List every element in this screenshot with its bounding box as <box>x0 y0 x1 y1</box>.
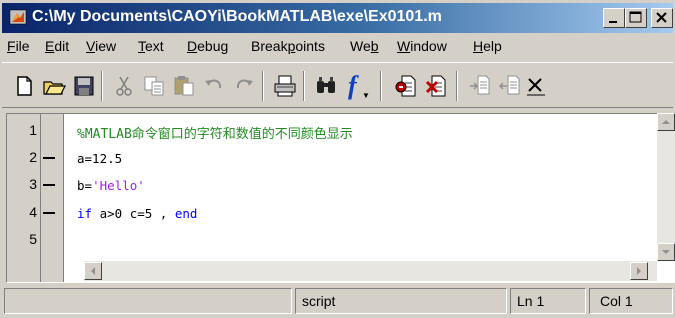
menu-breakpoints[interactable]: Breakpoints <box>251 38 325 54</box>
scroll-down-icon <box>662 250 670 254</box>
matlab-app-icon <box>9 9 27 25</box>
toolbar-separator <box>303 71 305 101</box>
menu-debug[interactable]: Debug <box>187 38 228 54</box>
toolbar-separator <box>380 71 382 101</box>
line-number: 1 <box>29 122 37 138</box>
undo-icon[interactable] <box>202 74 226 98</box>
status-mode: script <box>295 288 507 314</box>
code-editor[interactable]: 1 2 3 4 5 %MATLAB命令窗口的字符和数值的不同颜色显示 a=12.… <box>6 113 675 283</box>
open-file-icon[interactable] <box>42 74 66 98</box>
window-title: C:\My Documents\CAOYi\BookMATLAB\exe\Ex0… <box>32 8 442 25</box>
set-breakpoint-icon[interactable] <box>394 74 418 98</box>
save-icon[interactable] <box>72 74 96 98</box>
minimize-icon <box>609 21 617 23</box>
status-message-panel <box>4 288 292 314</box>
close-partial-icon[interactable] <box>526 76 546 96</box>
toolbar-separator <box>456 71 458 101</box>
executable-line-dash[interactable] <box>43 184 55 186</box>
status-col: Col 1 <box>589 288 673 314</box>
toolbar-separator <box>262 71 264 101</box>
editor-window: C:\My Documents\CAOYi\BookMATLAB\exe\Ex0… <box>0 0 675 318</box>
close-button[interactable] <box>651 8 673 28</box>
find-icon[interactable] <box>314 74 338 98</box>
scroll-left-icon <box>91 267 95 275</box>
function-glyph: f <box>348 71 357 100</box>
line-number: 5 <box>29 231 37 247</box>
cut-icon[interactable] <box>112 74 136 98</box>
maximize-icon <box>629 11 642 23</box>
print-icon[interactable] <box>273 74 297 98</box>
menu-file[interactable]: File <box>7 38 30 54</box>
title-bar[interactable]: C:\My Documents\CAOYi\BookMATLAB\exe\Ex0… <box>2 3 673 33</box>
line-number: 3 <box>29 176 37 192</box>
toolbar: f ▼ <box>2 62 673 108</box>
menu-view[interactable]: View <box>86 38 116 54</box>
dropdown-arrow-icon: ▼ <box>362 91 370 100</box>
scroll-up-button[interactable] <box>657 113 675 131</box>
status-line: Ln 1 <box>510 288 586 314</box>
minimize-button[interactable] <box>603 8 625 28</box>
menu-text[interactable]: Text <box>138 38 164 54</box>
status-bar: script Ln 1 Col 1 <box>0 284 675 318</box>
code-line-1[interactable]: %MATLAB命令窗口的字符和数值的不同颜色显示 <box>77 123 353 142</box>
maximize-button[interactable] <box>625 8 647 28</box>
paste-icon[interactable] <box>172 74 196 98</box>
redo-icon[interactable] <box>232 74 256 98</box>
code-line-4[interactable]: if a>0 c=5 , end <box>77 206 197 221</box>
gutter-divider <box>40 114 41 282</box>
code-token: b= <box>77 178 93 193</box>
clear-breakpoint-icon[interactable] <box>424 74 448 98</box>
scroll-left-button[interactable] <box>84 262 102 280</box>
step-in-icon[interactable] <box>468 74 492 98</box>
close-icon <box>656 12 667 23</box>
menu-edit[interactable]: Edit <box>45 38 69 54</box>
step-out-icon[interactable] <box>498 74 522 98</box>
code-token: a>0 c=5 , <box>92 206 168 221</box>
string-literal: 'Hello' <box>92 178 145 193</box>
code-line-3[interactable]: b='Hello' <box>77 178 145 193</box>
menu-window[interactable]: Window <box>397 38 447 54</box>
scroll-right-icon <box>637 267 641 275</box>
code-line-2[interactable]: a=12.5 <box>77 151 122 166</box>
executable-line-dash[interactable] <box>43 212 55 214</box>
scroll-up-icon <box>662 120 670 124</box>
scroll-right-button[interactable] <box>630 262 648 280</box>
copy-icon[interactable] <box>142 74 166 98</box>
new-file-icon[interactable] <box>12 74 36 98</box>
vertical-scrollbar[interactable] <box>657 113 675 261</box>
menu-bar: File Edit View Text Debug Breakpoints We… <box>2 35 673 59</box>
keyword-if: if <box>77 206 93 221</box>
line-number: 4 <box>29 204 37 220</box>
line-number-gutter: 1 2 3 4 5 <box>7 114 67 282</box>
executable-line-dash[interactable] <box>43 157 55 159</box>
keyword-end: end <box>174 206 198 221</box>
menu-web[interactable]: Web <box>350 38 379 54</box>
function-icon[interactable]: f ▼ <box>344 71 372 101</box>
line-number: 2 <box>29 149 37 165</box>
scroll-down-button[interactable] <box>657 243 675 261</box>
toolbar-separator <box>101 71 103 101</box>
horizontal-scrollbar[interactable] <box>84 261 657 281</box>
menu-help[interactable]: Help <box>473 38 502 54</box>
gutter-split <box>63 114 67 282</box>
